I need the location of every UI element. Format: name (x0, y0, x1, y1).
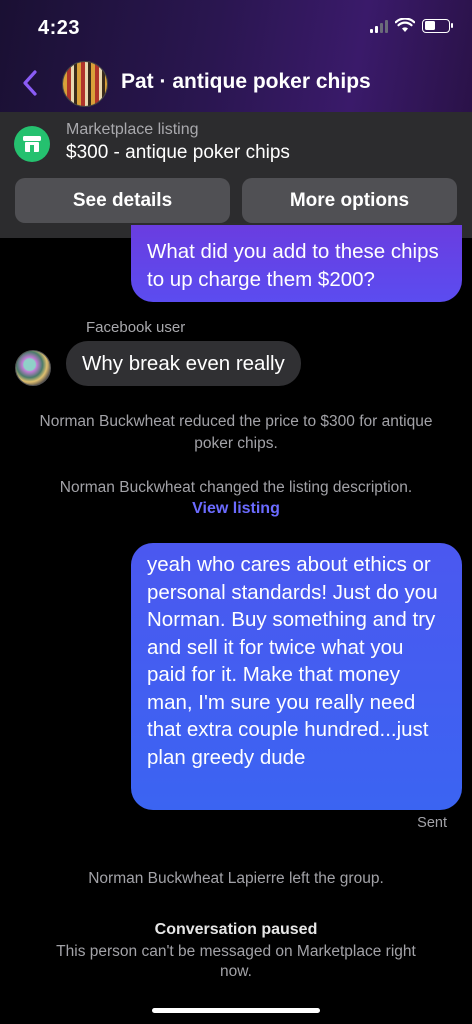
signal-icon (370, 19, 388, 33)
status-icons (370, 18, 453, 33)
conversation-paused-description: This person can't be messaged on Marketp… (56, 943, 416, 980)
see-details-button[interactable]: See details (15, 178, 230, 223)
sender-name: Facebook user (86, 319, 186, 336)
sender-avatar[interactable] (15, 350, 51, 386)
outgoing-message[interactable]: yeah who cares about ethics or personal … (131, 543, 462, 810)
battery-icon (422, 18, 453, 33)
incoming-message[interactable]: Why break even really (66, 341, 301, 386)
view-listing-link[interactable]: View listing (0, 500, 472, 518)
storefront-icon (14, 126, 50, 162)
system-message-price: Norman Buckwheat reduced the price to $3… (39, 413, 433, 452)
listing-avatar[interactable] (62, 61, 108, 107)
wifi-icon (395, 18, 415, 32)
listing-label: Marketplace listing (66, 121, 199, 138)
chevron-left-icon (23, 70, 37, 96)
back-button[interactable] (16, 66, 44, 100)
system-message-left: Norman Buckwheat Lapierre left the group… (88, 870, 384, 887)
home-indicator[interactable] (152, 1008, 320, 1013)
chat-header: 4:23 Pat · antique poker chips (0, 0, 472, 112)
status-time: 4:23 (38, 17, 81, 39)
chat-title[interactable]: Pat · antique poker chips (121, 70, 371, 94)
listing-title: $300 - antique poker chips (66, 142, 290, 163)
outgoing-message[interactable]: What did you add to these chips to up ch… (131, 225, 462, 302)
conversation-paused-title: Conversation paused (154, 921, 318, 938)
more-options-button[interactable]: More options (242, 178, 457, 223)
system-message-description: Norman Buckwheat changed the listing des… (59, 479, 413, 496)
sent-status: Sent (417, 815, 447, 831)
